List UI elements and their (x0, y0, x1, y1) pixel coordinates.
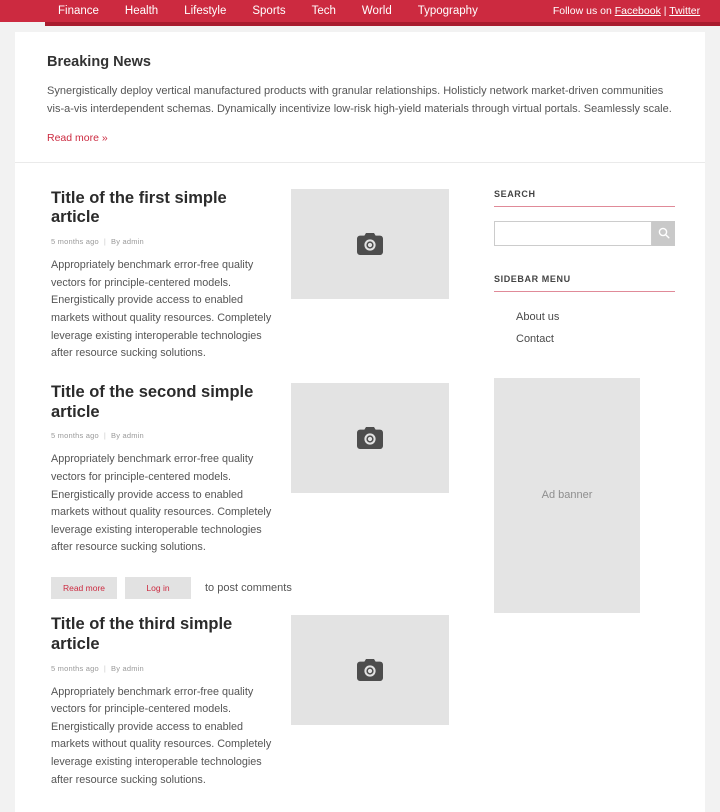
article-actions-row: Read more Log in to post comments (51, 576, 460, 599)
search-heading: SEARCH (494, 189, 675, 207)
article-author: By admin (111, 663, 144, 673)
log-in-button[interactable]: Log in (125, 576, 191, 599)
search-row (494, 220, 675, 246)
breaking-read-more-link[interactable]: Read more » (47, 132, 108, 144)
meta-separator: | (103, 663, 107, 673)
article-meta: 5 months ago | By admin (51, 664, 277, 673)
sidebar-menu-list: About us Contact (494, 306, 675, 350)
article-text-block: Title of the second simple article 5 mon… (51, 383, 291, 557)
sidebar-menu-heading: SIDEBAR MENU (494, 274, 675, 292)
article-thumbnail[interactable] (291, 188, 449, 299)
article-text-block: Title of the first simple article 5 mont… (51, 189, 291, 363)
meta-separator: | (103, 431, 107, 441)
article-body: Appropriately benchmark error-free quali… (51, 259, 272, 360)
search-icon (658, 227, 670, 239)
article-thumbnail[interactable] (291, 382, 449, 493)
top-navigation-bar: Finance Health Lifestyle Sports Tech Wor… (0, 0, 720, 26)
follow-us-text: Follow us on Facebook | Twitter (553, 5, 700, 17)
camera-icon (357, 426, 383, 449)
search-block: SEARCH (494, 189, 675, 246)
nav-item-tech[interactable]: Tech (299, 0, 349, 22)
main-content-row: Title of the first simple article 5 mont… (15, 163, 705, 809)
breaking-news-title: Breaking News (47, 54, 151, 70)
article-body: Appropriately benchmark error-free quali… (51, 685, 272, 786)
page-body: Breaking News Synergistically deploy ver… (0, 22, 720, 812)
article-title[interactable]: Title of the third simple article (51, 615, 277, 655)
article-author: By admin (111, 237, 144, 247)
search-button[interactable] (652, 220, 675, 246)
article-item: Title of the second simple article 5 mon… (51, 382, 460, 557)
article-author: By admin (111, 431, 144, 441)
article-item: Title of the third simple article 5 mont… (51, 614, 460, 789)
sidebar-item-contact[interactable]: Contact (494, 328, 675, 350)
camera-icon (357, 232, 383, 255)
camera-icon (357, 658, 383, 681)
articles-column: Title of the first simple article 5 mont… (15, 188, 460, 809)
nav-item-world[interactable]: World (349, 0, 405, 22)
ad-banner[interactable]: Ad banner (494, 377, 640, 613)
twitter-link[interactable]: Twitter (669, 5, 700, 17)
main-menu: Finance Health Lifestyle Sports Tech Wor… (45, 0, 491, 22)
follow-separator: | (660, 5, 670, 17)
sidebar-menu-block: SIDEBAR MENU About us Contact (494, 274, 675, 350)
post-comments-note: to post comments (205, 581, 292, 594)
meta-separator: | (103, 237, 107, 247)
breaking-news-body: Synergistically deploy vertical manufact… (47, 85, 672, 115)
read-more-button[interactable]: Read more (51, 576, 117, 599)
follow-prefix: Follow us on (552, 5, 615, 17)
article-time: 5 months ago (51, 237, 99, 247)
article-meta: 5 months ago | By admin (51, 431, 277, 440)
content-container: Breaking News Synergistically deploy ver… (15, 32, 705, 812)
nav-item-lifestyle[interactable]: Lifestyle (171, 0, 239, 22)
article-body: Appropriately benchmark error-free quali… (51, 453, 272, 554)
article-time: 5 months ago (51, 663, 99, 673)
article-text-block: Title of the third simple article 5 mont… (51, 615, 291, 789)
ad-banner-label: Ad banner (541, 489, 593, 502)
nav-item-health[interactable]: Health (112, 0, 171, 22)
facebook-link[interactable]: Facebook (615, 5, 661, 17)
article-thumbnail[interactable] (291, 614, 449, 725)
search-input[interactable] (494, 220, 652, 246)
article-time: 5 months ago (51, 431, 99, 441)
nav-item-sports[interactable]: Sports (239, 0, 298, 22)
article-title[interactable]: Title of the second simple article (51, 383, 277, 423)
sidebar-item-about-us[interactable]: About us (494, 306, 675, 328)
nav-item-finance[interactable]: Finance (45, 0, 112, 22)
breaking-news-block: Breaking News Synergistically deploy ver… (15, 32, 705, 163)
article-title[interactable]: Title of the first simple article (51, 189, 277, 229)
article-item: Title of the first simple article 5 mont… (51, 188, 460, 363)
nav-item-typography[interactable]: Typography (405, 0, 491, 22)
sidebar-column: SEARCH SIDEBAR MENU About us Contact Ad … (460, 189, 705, 809)
article-meta: 5 months ago | By admin (51, 237, 277, 246)
